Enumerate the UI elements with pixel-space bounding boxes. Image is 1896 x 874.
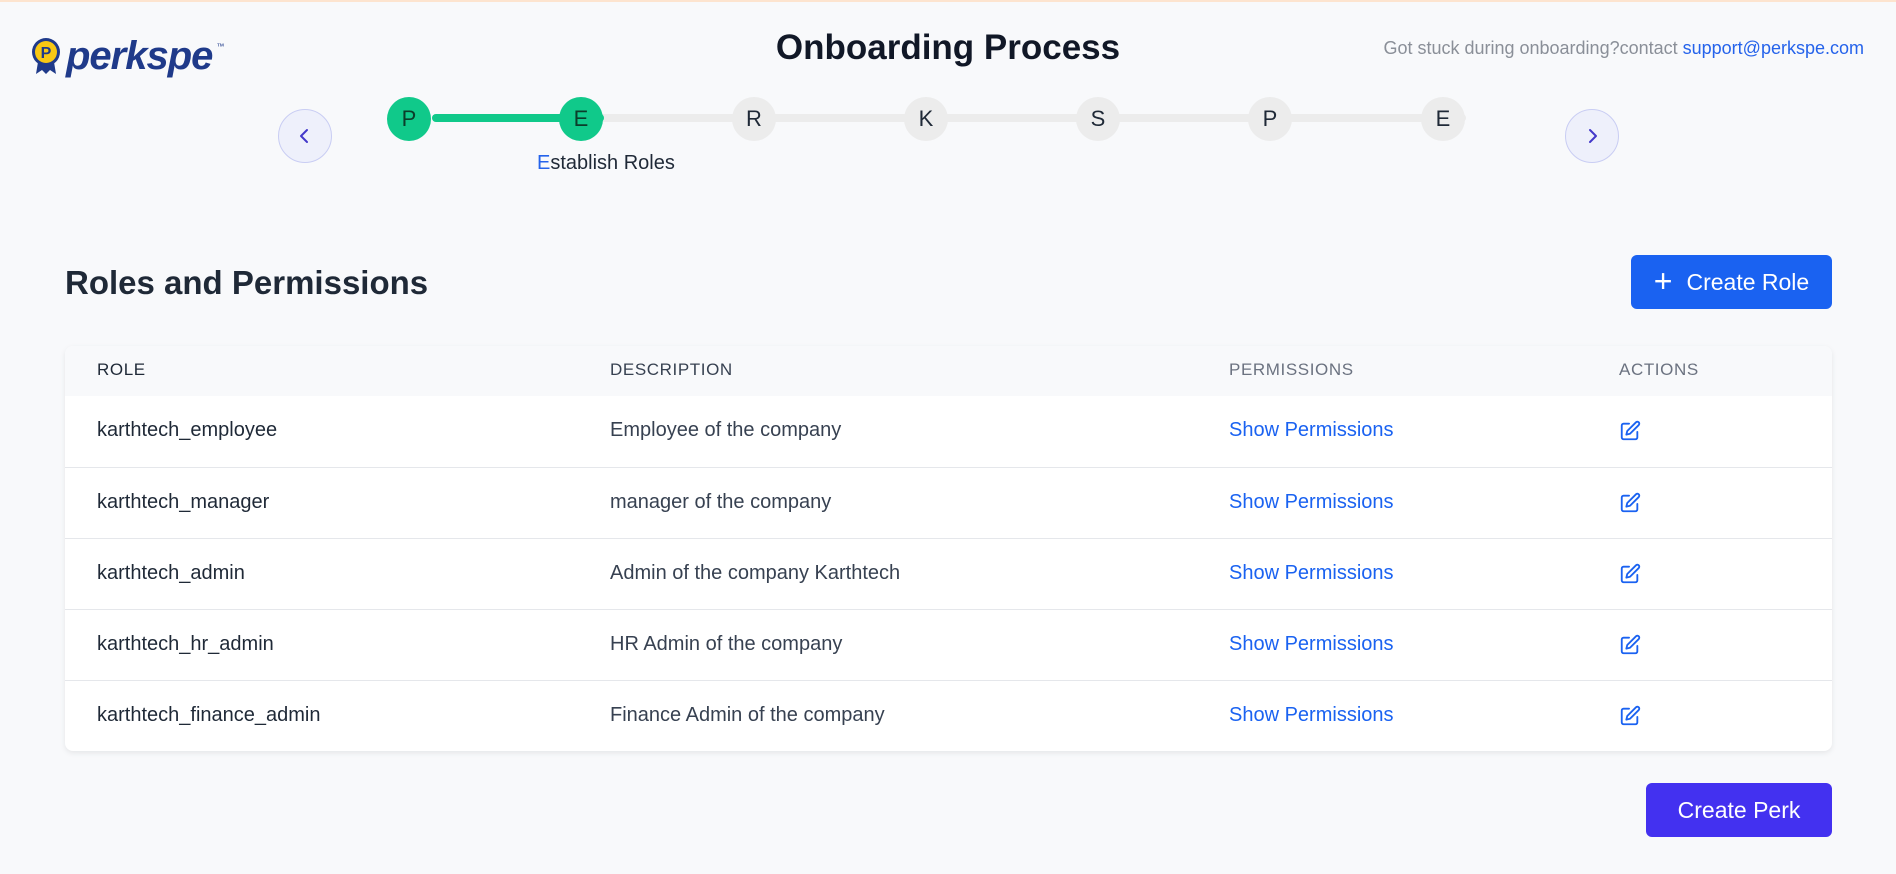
- plus-icon: +: [1653, 262, 1673, 299]
- edit-icon[interactable]: [1619, 420, 1641, 442]
- role-description: HR Admin of the company: [610, 633, 843, 655]
- role-description: Admin of the company Karthtech: [610, 562, 901, 584]
- step-5[interactable]: S: [1076, 97, 1120, 141]
- chevron-right-icon: [1589, 129, 1597, 143]
- step-7[interactable]: E: [1421, 97, 1465, 141]
- create-perk-button[interactable]: Create Perk: [1646, 783, 1832, 837]
- role-name: karthtech_finance_admin: [97, 704, 321, 726]
- header-role: ROLE: [97, 360, 146, 379]
- role-description: Finance Admin of the company: [610, 704, 885, 726]
- current-step-label: Establish Roles: [537, 152, 675, 175]
- show-permissions-link[interactable]: Show Permissions: [1229, 419, 1394, 442]
- step-1[interactable]: P: [387, 97, 431, 141]
- table-row: karthtech_admin Admin of the company Kart…: [65, 538, 1832, 609]
- show-permissions-link[interactable]: Show Permissions: [1229, 633, 1394, 656]
- edit-icon[interactable]: [1619, 563, 1641, 585]
- current-step-label-initial: E: [537, 152, 551, 174]
- step-4[interactable]: K: [904, 97, 948, 141]
- chevron-left-icon: [300, 129, 308, 143]
- create-role-button[interactable]: + Create Role: [1631, 255, 1832, 309]
- show-permissions-link[interactable]: Show Permissions: [1229, 704, 1394, 727]
- previous-step-button[interactable]: [278, 109, 332, 163]
- step-6[interactable]: P: [1248, 97, 1292, 141]
- roles-table: ROLE DESCRIPTION PERMISSIONS ACTIONS kar…: [65, 346, 1832, 751]
- create-role-label: Create Role: [1686, 268, 1810, 295]
- role-name: karthtech_manager: [97, 491, 270, 513]
- role-name: karthtech_hr_admin: [97, 633, 274, 655]
- support-email-link[interactable]: support@perkspe.com: [1683, 38, 1864, 58]
- header-actions: ACTIONS: [1619, 360, 1699, 379]
- table-row: karthtech_manager manager of the company S…: [65, 467, 1832, 538]
- support-text: Got stuck during onboarding?contact supp…: [1383, 38, 1864, 59]
- edit-icon[interactable]: [1619, 492, 1641, 514]
- role-name: karthtech_admin: [97, 562, 245, 584]
- next-step-button[interactable]: [1565, 109, 1619, 163]
- role-description: manager of the company: [610, 491, 832, 513]
- step-3[interactable]: R: [732, 97, 776, 141]
- edit-icon[interactable]: [1619, 705, 1641, 727]
- section-title: Roles and Permissions: [65, 264, 429, 301]
- table-row: karthtech_finance_admin Finance Admin of …: [65, 680, 1832, 751]
- step-2[interactable]: E: [559, 97, 603, 141]
- support-prefix: Got stuck during onboarding?contact: [1383, 38, 1683, 58]
- table-header: ROLE DESCRIPTION PERMISSIONS ACTIONS: [65, 346, 1832, 396]
- header-permissions: PERMISSIONS: [1229, 360, 1354, 379]
- show-permissions-link[interactable]: Show Permissions: [1229, 491, 1394, 514]
- table-body: karthtech_employee Employee of the compan…: [65, 396, 1832, 751]
- show-permissions-link[interactable]: Show Permissions: [1229, 562, 1394, 585]
- table-row: karthtech_employee Employee of the compan…: [65, 396, 1832, 467]
- edit-icon[interactable]: [1619, 634, 1641, 656]
- role-name: karthtech_employee: [97, 419, 278, 441]
- table-row: karthtech_hr_admin HR Admin of the compan…: [65, 609, 1832, 680]
- header-description: DESCRIPTION: [610, 360, 733, 379]
- current-step-label-rest: stablish Roles: [550, 152, 675, 174]
- role-description: Employee of the company: [610, 419, 842, 441]
